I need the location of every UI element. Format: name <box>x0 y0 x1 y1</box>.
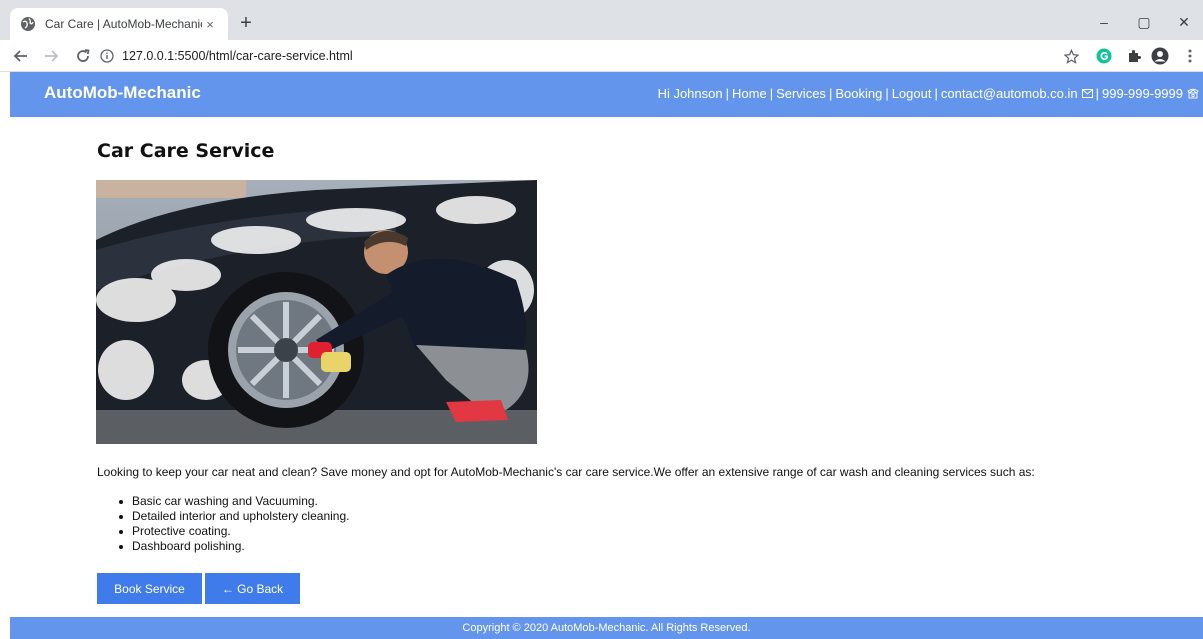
grammarly-icon[interactable] <box>1094 46 1114 66</box>
browser-tab-strip: Car Care | AutoMob-Mechanic × + – ▢ ✕ <box>0 0 1203 40</box>
tab-close-icon[interactable]: × <box>202 17 218 32</box>
maximize-button[interactable]: ▢ <box>1126 10 1162 34</box>
site-nav: Hi Johnson | Home | Services | Booking |… <box>658 86 1199 101</box>
intro-text: Looking to keep your car neat and clean?… <box>97 465 1035 479</box>
minimize-button[interactable]: – <box>1086 10 1122 34</box>
nav-separator: | <box>934 86 938 101</box>
list-item: Protective coating. <box>117 524 349 539</box>
forward-arrow-icon[interactable] <box>40 45 62 67</box>
go-back-button[interactable]: ← Go Back <box>205 573 300 604</box>
email-link[interactable]: contact@automob.co.in <box>941 86 1078 101</box>
profile-icon[interactable] <box>1150 46 1170 66</box>
nav-separator: | <box>828 86 833 101</box>
page-title: Car Care Service <box>97 140 275 162</box>
reload-icon[interactable] <box>72 45 94 67</box>
nav-separator: | <box>769 86 774 101</box>
new-tab-button[interactable]: + <box>236 13 256 33</box>
phone-link[interactable]: 999-999-9999 <box>1102 86 1183 101</box>
globe-icon <box>20 16 36 32</box>
nav-link-services[interactable]: Services <box>776 86 826 101</box>
browser-toolbar: 127.0.0.1:5500/html/car-care-service.htm… <box>0 40 1203 72</box>
nav-separator: | <box>1095 86 1100 101</box>
url-text: 127.0.0.1:5500/html/car-care-service.htm… <box>122 49 353 63</box>
address-bar[interactable]: 127.0.0.1:5500/html/car-care-service.htm… <box>100 44 1100 68</box>
nav-separator: | <box>885 86 889 101</box>
site-footer: Copyright © 2020 AutoMob-Mechanic. All R… <box>10 617 1203 639</box>
tab-title: Car Care | AutoMob-Mechanic <box>45 17 202 31</box>
nav-link-logout[interactable]: Logout <box>892 86 932 101</box>
star-icon[interactable] <box>1061 46 1081 66</box>
back-arrow-icon[interactable] <box>10 45 32 67</box>
extensions-icon[interactable] <box>1124 46 1144 66</box>
book-service-button[interactable]: Book Service <box>97 573 202 604</box>
telephone-icon <box>1187 88 1199 99</box>
car-wash-image <box>96 180 537 444</box>
services-list: Basic car washing and Vacuuming. Detaile… <box>117 494 349 554</box>
nav-separator: | <box>725 86 729 101</box>
menu-icon[interactable] <box>1180 46 1200 66</box>
copyright-text: Copyright © 2020 AutoMob-Mechanic. All R… <box>462 622 751 634</box>
nav-link-home[interactable]: Home <box>732 86 767 101</box>
list-item: Dashboard polishing. <box>117 539 349 554</box>
greeting-text: Hi Johnson <box>657 86 723 101</box>
brand-logo[interactable]: AutoMob-Mechanic <box>44 83 201 103</box>
browser-tab[interactable]: Car Care | AutoMob-Mechanic × <box>10 8 228 40</box>
nav-link-booking[interactable]: Booking <box>835 86 882 101</box>
envelope-icon <box>1081 89 1093 98</box>
list-item: Detailed interior and upholstery cleanin… <box>117 509 349 524</box>
list-item: Basic car washing and Vacuuming. <box>117 494 349 509</box>
site-header: AutoMob-Mechanic Hi Johnson | Home | Ser… <box>10 72 1203 117</box>
window-close-button[interactable]: ✕ <box>1166 10 1202 34</box>
info-icon[interactable] <box>100 49 114 63</box>
